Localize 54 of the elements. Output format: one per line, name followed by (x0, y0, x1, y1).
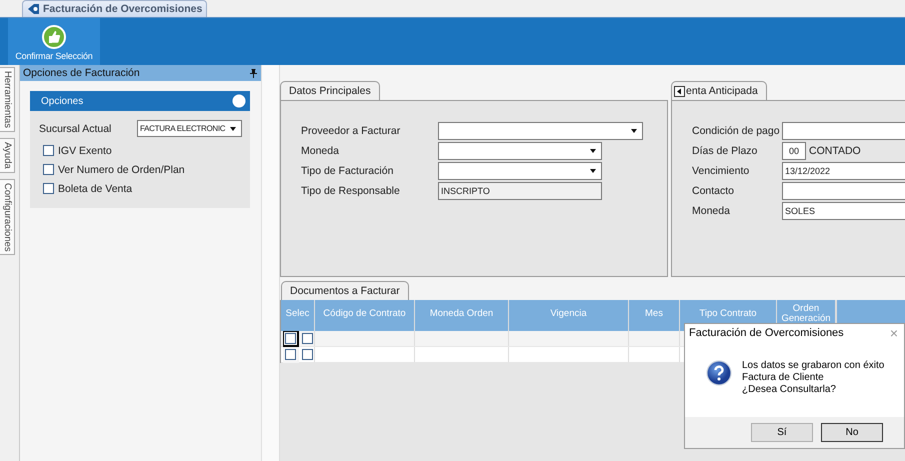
field-label: Moneda (692, 205, 731, 217)
checkbox[interactable] (284, 332, 296, 344)
dropdown-arrow-icon[interactable] (590, 149, 596, 153)
checkbox-label: Ver Numero de Orden/Plan (58, 164, 185, 176)
panel-title: Opciones de Facturación (23, 67, 140, 79)
checkbox[interactable] (302, 333, 312, 344)
field-label: Contacto (692, 185, 736, 197)
field-note: CONTADO (808, 145, 861, 157)
pin-icon[interactable] (250, 68, 257, 78)
panel-tab[interactable]: Documentos a Facturar (281, 281, 409, 300)
checkbox[interactable] (43, 145, 54, 156)
checkbox-label: Boleta de Venta (58, 182, 132, 194)
panel-tab[interactable]: enta Anticipada (671, 81, 767, 100)
input-field[interactable]: SOLES (782, 202, 905, 220)
input-field[interactable]: 00 (782, 142, 806, 160)
field-label: Días de Plazo (692, 145, 758, 157)
field-label: Proveedor a Facturar (301, 125, 402, 137)
dropdown-field[interactable] (438, 122, 643, 140)
dropdown-arrow-icon[interactable] (631, 129, 637, 133)
field-label: Tipo de Responsable (301, 185, 401, 197)
field-label: Sucursal Actual (39, 122, 112, 134)
dropdown-arrow-icon[interactable] (230, 126, 236, 130)
checkbox-label: IGV Exento (58, 144, 112, 156)
checkbox[interactable] (284, 348, 296, 360)
branch-dropdown[interactable]: FACTURA ELECTRONIC (137, 120, 242, 137)
field-label: Vencimiento (692, 165, 750, 177)
app-icon (27, 3, 40, 15)
question-icon (706, 360, 732, 386)
group-title: Opciones (41, 96, 84, 106)
side-tab[interactable]: Configuraciones (0, 178, 15, 256)
dropdown-field[interactable] (438, 142, 602, 160)
yes-button[interactable]: Sí (751, 423, 813, 442)
dropdown-field[interactable] (438, 162, 602, 180)
field-label: Tipo de Facturación (301, 165, 394, 177)
thumbs-up-icon (42, 25, 66, 49)
dropdown-arrow-icon[interactable] (590, 169, 596, 173)
side-tab[interactable]: Ayuda (0, 138, 15, 173)
input-field[interactable]: INSCRIPTO (438, 182, 602, 200)
field-label: Condición de pago (692, 125, 781, 137)
side-tab[interactable]: Herramientas (0, 67, 15, 132)
checkbox[interactable] (43, 183, 54, 194)
input-field[interactable]: 13/12/2022 (782, 162, 905, 180)
no-button[interactable]: No (821, 423, 883, 442)
input-field[interactable] (782, 182, 905, 200)
checkbox[interactable] (43, 164, 54, 175)
input-field[interactable] (782, 122, 905, 140)
checkbox[interactable] (302, 349, 312, 360)
panel-tab[interactable]: Datos Principales (280, 81, 380, 100)
confirm-button[interactable]: Confirmar Selección (8, 18, 100, 65)
dialog-message: Los datos se grabaron con éxito Factura de Cliente ¿Desea Consultarla? (742, 360, 884, 396)
window-tab[interactable]: Facturación de Overcomisiones (22, 0, 208, 17)
field-label: Moneda (301, 145, 340, 157)
collapse-icon[interactable] (232, 94, 246, 108)
scroll-left-icon[interactable] (674, 86, 685, 96)
